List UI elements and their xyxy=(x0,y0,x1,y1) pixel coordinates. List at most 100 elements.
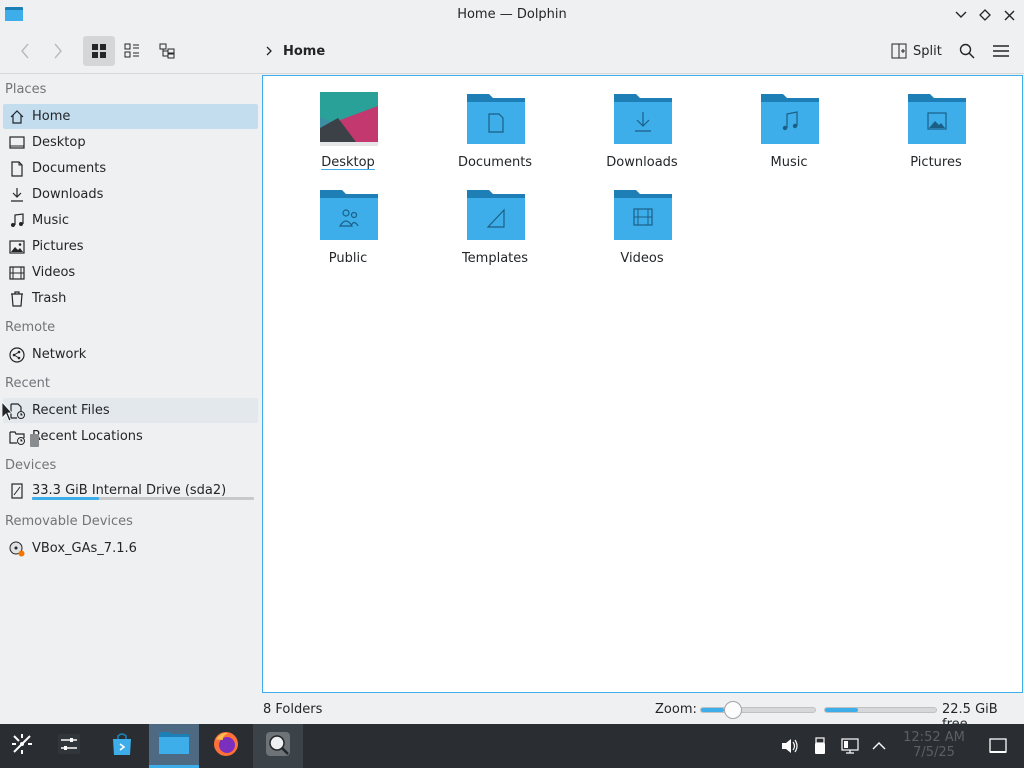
zoom-slider-handle[interactable] xyxy=(723,701,742,719)
drive-capacity-fill xyxy=(32,497,99,500)
compact-view-icon xyxy=(124,43,139,58)
mouse-cursor-icon xyxy=(1,400,13,426)
launcher-icon xyxy=(10,732,34,760)
window-title: Home — Dolphin xyxy=(457,7,567,22)
forward-button[interactable] xyxy=(45,36,71,66)
clock-time: 12:52 AM xyxy=(903,730,965,745)
network-icon xyxy=(8,346,26,364)
taskbar: 12:52 AM 7/5/25 xyxy=(0,724,1024,768)
music-folder-icon xyxy=(761,92,819,146)
hamburger-menu-button[interactable] xyxy=(987,36,1015,66)
folder-documents[interactable]: Documents xyxy=(430,76,560,170)
removable-device-icon[interactable] xyxy=(810,736,830,756)
close-button[interactable] xyxy=(999,5,1019,25)
tree-view-icon xyxy=(159,43,175,59)
taskbar-discover[interactable] xyxy=(97,724,147,768)
search-icon xyxy=(959,43,975,59)
sidebar-item-downloads[interactable]: Downloads xyxy=(3,182,258,207)
section-remote: Remote xyxy=(5,320,56,335)
pictures-icon xyxy=(8,238,26,256)
documents-folder-icon xyxy=(467,92,525,146)
free-space-bar[interactable] xyxy=(824,707,937,713)
icons-view-button[interactable] xyxy=(83,36,115,66)
grid-view-icon xyxy=(92,44,106,58)
home-icon xyxy=(8,108,26,126)
digital-clock[interactable]: 12:52 AM 7/5/25 xyxy=(898,730,970,760)
folder-public[interactable]: Public xyxy=(283,172,413,266)
network-status-icon[interactable] xyxy=(840,736,860,756)
details-view-button[interactable] xyxy=(151,36,183,66)
show-desktop-icon[interactable] xyxy=(988,736,1008,756)
zoom-slider-fill xyxy=(701,708,724,712)
optical-disc-icon xyxy=(8,540,26,558)
back-button[interactable] xyxy=(12,36,38,66)
sidebar-item-network[interactable]: Network xyxy=(3,342,258,367)
videos-folder-icon xyxy=(614,188,672,242)
folder-desktop[interactable]: Desktop xyxy=(283,76,413,170)
volume-icon[interactable] xyxy=(780,736,800,756)
public-folder-icon xyxy=(320,188,378,242)
music-icon xyxy=(8,212,26,230)
section-recent: Recent xyxy=(5,376,50,391)
pictures-folder-icon xyxy=(908,92,966,146)
folder-pictures[interactable]: Pictures xyxy=(871,76,1001,170)
drive-capacity-bar xyxy=(32,497,254,500)
search-button[interactable] xyxy=(954,36,980,66)
sidebar-item-documents[interactable]: Documents xyxy=(3,156,258,181)
zoom-slider[interactable] xyxy=(700,707,816,713)
downloads-icon xyxy=(8,186,26,204)
desktop-folder-icon xyxy=(320,92,378,146)
videos-icon xyxy=(8,264,26,282)
split-view-icon xyxy=(891,43,907,63)
trash-icon xyxy=(8,290,26,308)
sidebar-item-pictures[interactable]: Pictures xyxy=(3,234,258,259)
clock-date: 7/5/25 xyxy=(913,745,955,760)
taskbar-app-focused[interactable] xyxy=(253,724,303,768)
sidebar-item-recent-locations[interactable]: Recent Locations xyxy=(3,424,258,449)
folder-music[interactable]: Music xyxy=(724,76,854,170)
toolbar: Home Split xyxy=(0,30,1024,74)
settings-sliders-icon xyxy=(56,732,82,760)
places-panel: Places Home Desktop Documents Downloads … xyxy=(0,75,260,723)
templates-folder-icon xyxy=(467,188,525,242)
sidebar-item-recent-files[interactable]: Recent Files xyxy=(3,398,258,423)
taskbar-firefox[interactable] xyxy=(201,724,251,768)
title-bar[interactable]: Home — Dolphin xyxy=(0,0,1024,30)
sidebar-item-videos[interactable]: Videos xyxy=(3,260,258,285)
folder-templates[interactable]: Templates xyxy=(430,172,560,266)
sidebar-item-vbox-gas[interactable]: VBox_GAs_7.1.6 xyxy=(3,536,258,561)
documents-icon xyxy=(8,160,26,178)
chevron-up-icon[interactable] xyxy=(869,736,889,756)
ghost-cursor-icon xyxy=(29,432,41,452)
section-places: Places xyxy=(5,82,47,97)
breadcrumb-arrow-icon[interactable] xyxy=(262,43,276,59)
sidebar-item-desktop[interactable]: Desktop xyxy=(3,130,258,155)
discover-store-icon xyxy=(109,731,135,761)
hamburger-icon xyxy=(993,45,1009,57)
sidebar-item-music[interactable]: Music xyxy=(3,208,258,233)
section-removable-devices: Removable Devices xyxy=(5,514,133,529)
firefox-icon xyxy=(212,730,240,762)
minimize-button[interactable] xyxy=(951,5,971,25)
downloads-folder-icon xyxy=(614,92,672,146)
dolphin-folder-icon xyxy=(159,730,189,760)
sidebar-item-home[interactable]: Home xyxy=(3,104,258,129)
compact-view-button[interactable] xyxy=(117,36,147,66)
breadcrumb-home[interactable]: Home xyxy=(283,44,325,59)
folder-downloads[interactable]: Downloads xyxy=(577,76,707,170)
magnifier-tool-icon xyxy=(264,730,292,762)
drive-icon xyxy=(8,482,26,500)
free-space-fill xyxy=(825,708,859,712)
maximize-button[interactable] xyxy=(975,5,995,25)
split-label: Split xyxy=(913,44,942,59)
file-view[interactable]: Desktop Documents Downloads Music Pictur… xyxy=(262,75,1023,693)
sidebar-item-trash[interactable]: Trash xyxy=(3,286,258,311)
taskbar-dolphin[interactable] xyxy=(149,724,199,768)
folder-videos[interactable]: Videos xyxy=(577,172,707,266)
zoom-label: Zoom: xyxy=(655,702,697,717)
status-bar: 8 Folders Zoom: 22.5 GiB free xyxy=(0,694,1024,732)
application-launcher-button[interactable] xyxy=(0,724,44,768)
taskbar-system-settings[interactable] xyxy=(44,724,94,768)
folder-count: 8 Folders xyxy=(263,702,323,717)
recent-locations-icon xyxy=(8,428,26,446)
